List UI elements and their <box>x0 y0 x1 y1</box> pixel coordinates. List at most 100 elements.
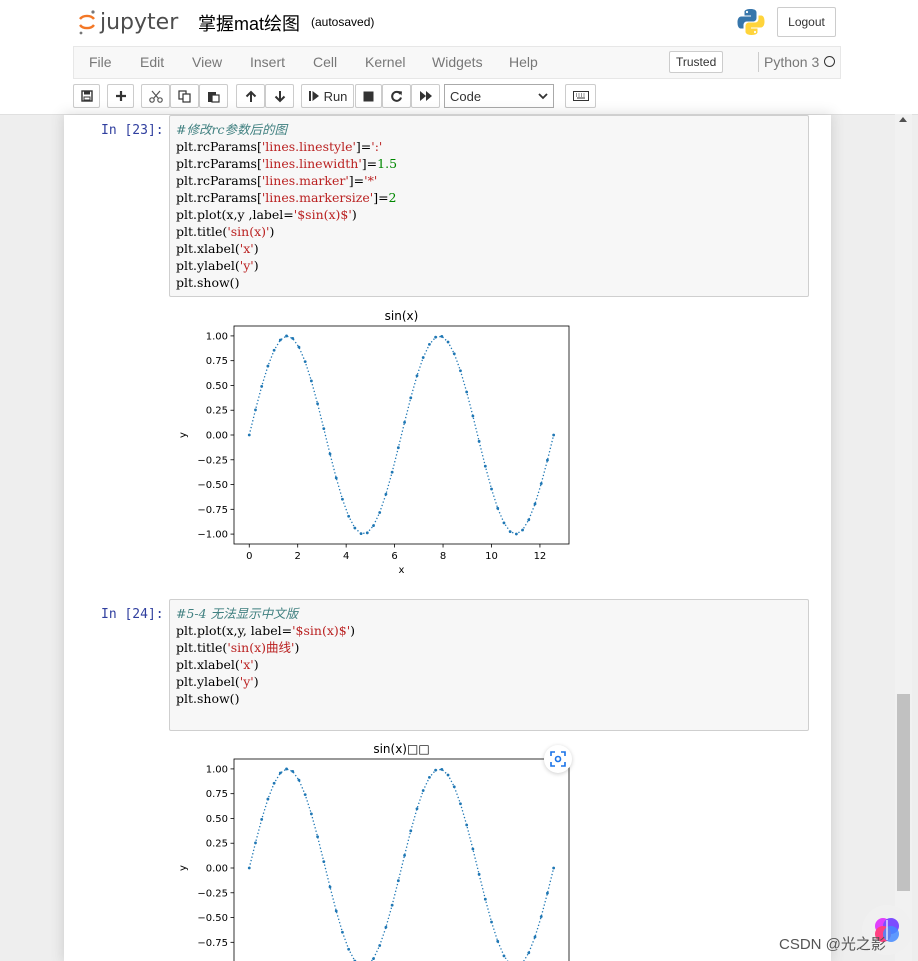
code-token: plt.rcParams[ <box>176 190 262 205</box>
data-point-marker <box>459 802 462 806</box>
data-point-marker <box>291 769 295 773</box>
data-point-marker <box>266 364 270 368</box>
move-up-button[interactable] <box>236 84 265 108</box>
interrupt-button[interactable] <box>355 84 382 108</box>
data-point-marker <box>328 452 332 456</box>
data-point-marker <box>440 767 444 771</box>
data-point-marker <box>396 446 400 450</box>
csdn-watermark: CSDN @光之影 <box>779 936 886 953</box>
sin-plot-output-chinese: sin(x)□□ −0.75 −0.50 −0.25 0.00 0.25 0.50 0.75 1… <box>178 742 570 961</box>
code-string: '$sin(x)$' <box>292 623 351 638</box>
data-point-marker <box>328 885 332 889</box>
code-line: plt.plot(x,y, label='$sin(x)$') <box>176 622 808 639</box>
scan-icon <box>550 751 566 767</box>
restart-kernel-button[interactable] <box>382 84 411 108</box>
plot-axes-frame <box>233 758 570 961</box>
plot-title: sin(x)□□ <box>373 742 429 756</box>
menu-widgets[interactable]: Widgets <box>432 54 483 70</box>
y-tick-label: −0.25 <box>197 455 228 466</box>
data-point-marker <box>403 853 406 857</box>
floppy-icon <box>80 90 93 102</box>
logout-button[interactable]: Logout <box>777 7 836 37</box>
menu-view[interactable]: View <box>192 54 222 70</box>
scroll-up-arrow-icon[interactable] <box>899 117 907 122</box>
data-point-marker <box>353 526 357 530</box>
code-line: #5-4 无法显示中文版 <box>176 605 808 622</box>
image-expand-button[interactable] <box>544 745 572 773</box>
code-string: 'x' <box>239 241 254 256</box>
data-point-marker <box>278 771 282 775</box>
data-point-marker <box>297 778 301 782</box>
y-tick-label: 0.25 <box>206 406 228 417</box>
page-scrollbar[interactable] <box>895 114 912 961</box>
code-token: plt.ylabel( <box>176 258 240 273</box>
notebook-title[interactable]: 掌握mat绘图 <box>198 10 300 36</box>
code-cell-input[interactable]: #修改rc参数后的图 plt.rcParams[ 'lines.linestyle'… <box>169 115 809 297</box>
code-comment: #修改rc参数后的图 <box>176 122 287 137</box>
data-point-marker <box>303 360 307 364</box>
y-tick-label: 1.00 <box>206 331 228 342</box>
paste-button[interactable] <box>199 84 228 108</box>
jupyter-logo[interactable]: jupyter <box>78 8 178 36</box>
code-token: plt.rcParams[ <box>176 156 262 171</box>
data-point-marker <box>384 925 388 929</box>
save-button[interactable] <box>73 84 100 108</box>
code-token: plt.plot(x,y ,label= <box>176 207 294 222</box>
cut-button[interactable] <box>141 84 170 108</box>
scrollbar-thumb[interactable] <box>897 694 910 891</box>
move-down-button[interactable] <box>265 84 294 108</box>
code-cell-input[interactable]: #5-4 无法显示中文版 plt.plot(x,y, label='$sin(x)… <box>169 599 809 731</box>
data-point-marker <box>285 334 288 338</box>
code-string: 'y' <box>239 674 254 689</box>
cell-prompt: In [23]: <box>101 123 164 138</box>
data-point-marker <box>496 506 500 510</box>
data-point-marker <box>514 532 518 536</box>
data-point-marker <box>428 775 431 779</box>
code-token: ]= <box>348 173 365 188</box>
restart-run-all-button[interactable] <box>411 84 440 108</box>
data-point-marker <box>396 879 400 883</box>
code-line: plt.xlabel('x') <box>176 240 808 257</box>
code-string: 'sin(x)' <box>227 224 270 239</box>
menu-insert[interactable]: Insert <box>250 54 285 70</box>
data-point-marker <box>496 939 500 943</box>
x-tick-label: 8 <box>440 551 446 562</box>
code-string: 'lines.linestyle' <box>261 139 356 154</box>
data-point-marker <box>372 524 375 528</box>
data-point-marker <box>471 414 475 418</box>
code-token: ]= <box>355 139 372 154</box>
data-point-marker <box>490 920 493 924</box>
data-point-marker <box>254 841 257 845</box>
insert-cell-button[interactable] <box>107 84 134 108</box>
code-line: plt.show() <box>176 274 808 291</box>
code-line: plt.xlabel('x') <box>176 656 808 673</box>
kernel-separator <box>758 52 759 72</box>
command-palette-button[interactable] <box>565 84 596 108</box>
menu-cell[interactable]: Cell <box>313 54 337 70</box>
y-tick-label: 0.50 <box>206 814 228 825</box>
data-point-marker <box>483 897 487 901</box>
data-point-marker <box>546 891 549 895</box>
code-token: plt.xlabel( <box>176 241 240 256</box>
code-line: #修改rc参数后的图 <box>176 121 808 138</box>
menu-help[interactable]: Help <box>509 54 538 70</box>
code-token: ) <box>253 241 259 256</box>
y-tick-label: 0.00 <box>206 431 228 442</box>
menu-file[interactable]: File <box>89 54 112 70</box>
data-point-marker <box>378 944 382 947</box>
copy-button[interactable] <box>170 84 199 108</box>
code-string: 'lines.marker' <box>261 173 349 188</box>
y-tick-label: −0.75 <box>197 505 228 516</box>
data-point-marker <box>490 487 493 491</box>
data-point-marker <box>254 408 257 412</box>
menu-bar: File Edit View Insert Cell Kernel Widget… <box>73 46 841 79</box>
keyboard-icon <box>572 91 589 101</box>
data-point-marker <box>434 335 438 339</box>
code-number: 2 <box>388 190 397 205</box>
cell-type-select[interactable]: Code <box>444 84 554 108</box>
data-point-marker <box>440 334 444 338</box>
menu-edit[interactable]: Edit <box>140 54 164 70</box>
run-button[interactable]: Run <box>301 84 354 108</box>
trusted-indicator[interactable]: Trusted <box>669 51 724 73</box>
menu-kernel[interactable]: Kernel <box>365 54 405 70</box>
